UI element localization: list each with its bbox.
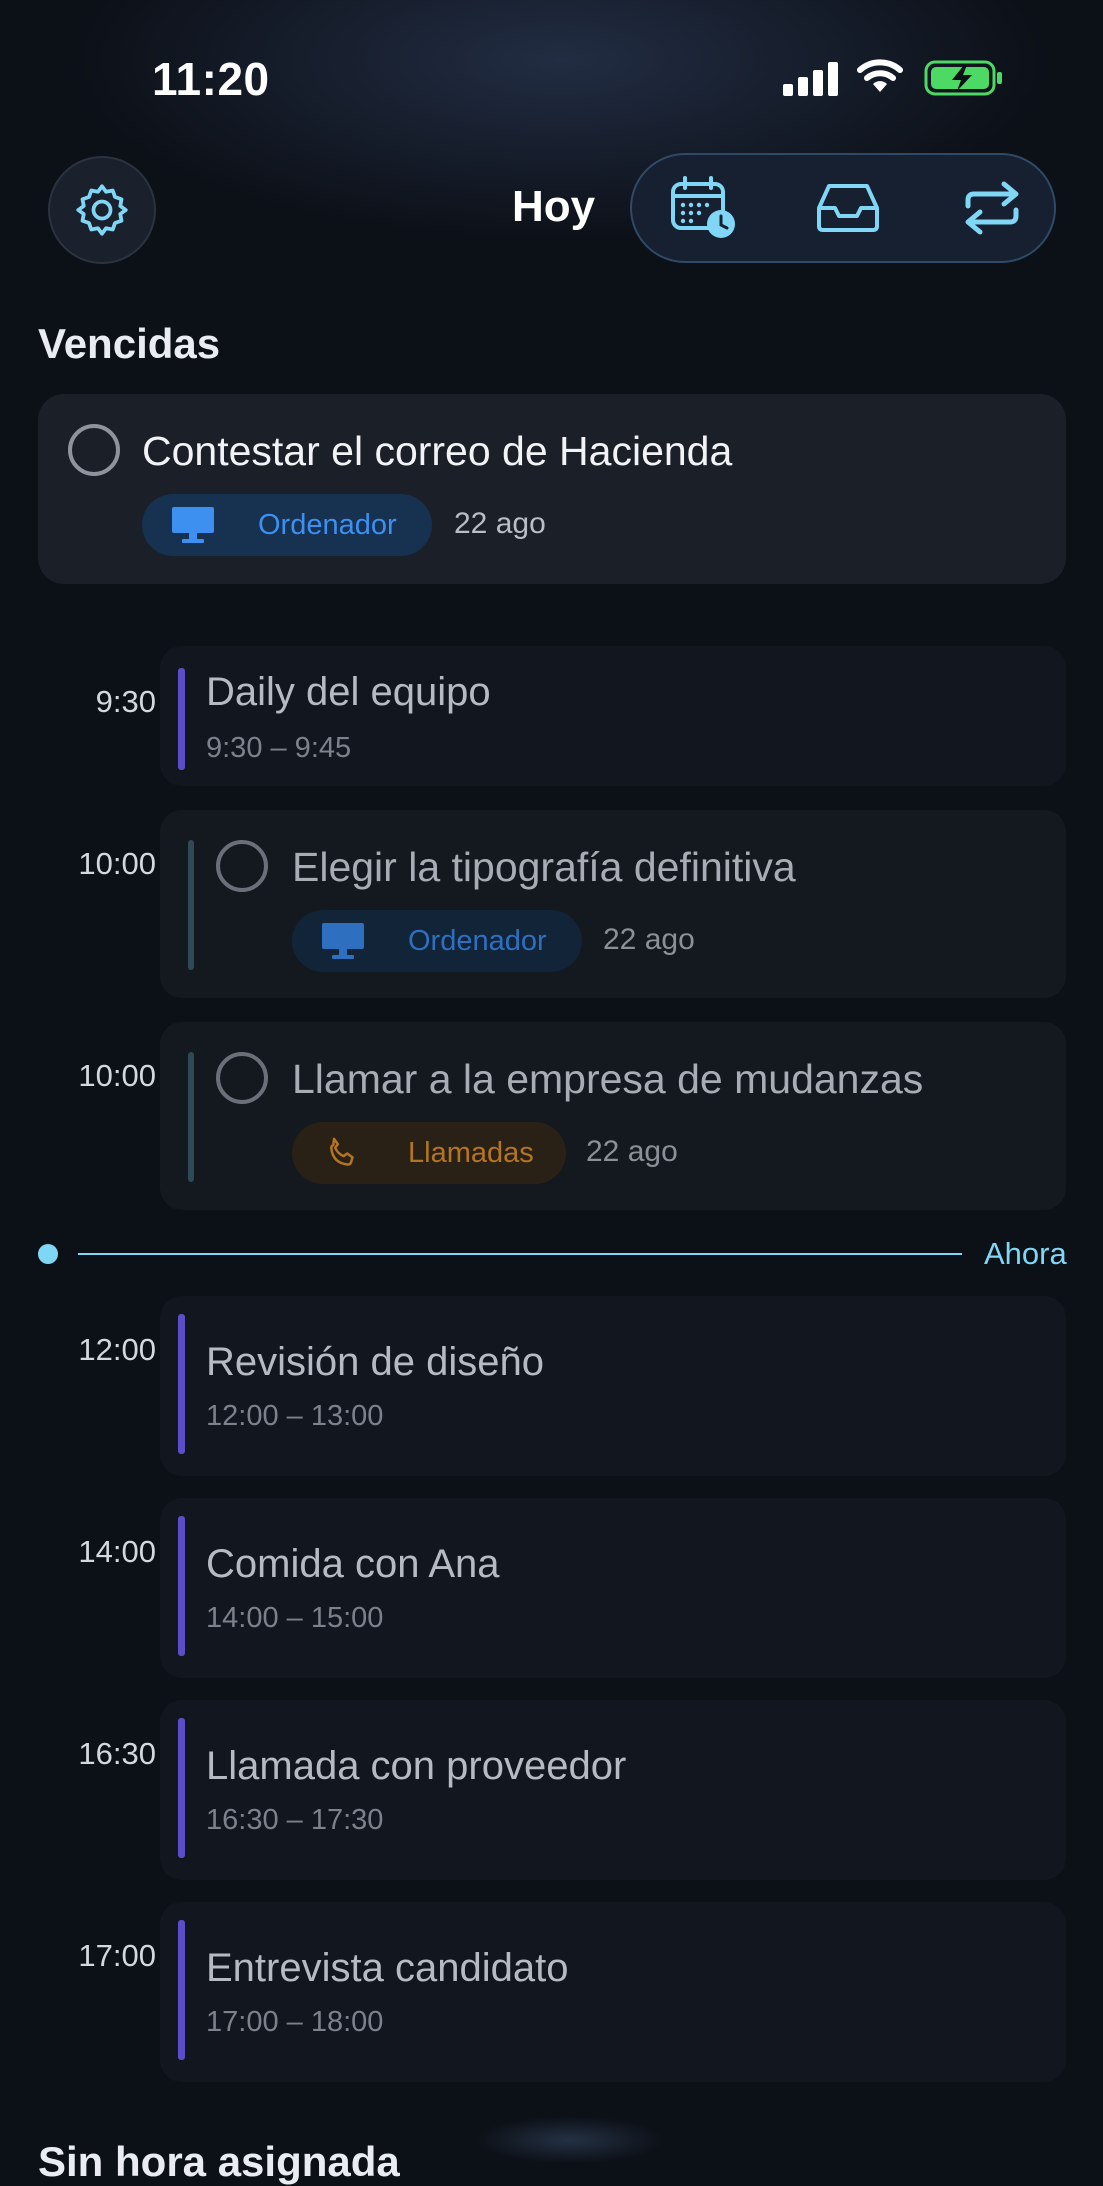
context-tag[interactable]: Llamadas <box>292 1122 566 1184</box>
event-title: Revisión de diseño <box>206 1340 544 1384</box>
task-color-bar <box>188 1052 194 1182</box>
task-title: Contestar el correo de Hacienda <box>142 428 733 474</box>
event-card[interactable]: Daily del equipo 9:30 – 9:45 <box>160 646 1066 786</box>
now-indicator-dot <box>38 1244 58 1264</box>
event-time-range: 9:30 – 9:45 <box>206 732 352 764</box>
context-tag[interactable]: Ordenador <box>292 910 582 972</box>
time-label: 17:00 <box>78 1938 156 1973</box>
monitor-icon <box>318 921 368 961</box>
recurring-view-button[interactable] <box>932 155 1052 261</box>
calendar-view-button[interactable] <box>644 155 764 261</box>
task-title: Llamar a la empresa de mudanzas <box>292 1056 924 1102</box>
event-title: Llamada con proveedor <box>206 1744 627 1788</box>
task-date: 22 ago <box>454 507 546 540</box>
status-time: 11:20 <box>152 53 270 105</box>
cellular-signal-icon <box>783 60 839 96</box>
context-tag-label: Ordenador <box>258 508 397 541</box>
scheduled-task-card[interactable]: Llamar a la empresa de mudanzas Llamadas… <box>160 1022 1066 1210</box>
battery-charging-icon <box>924 60 1002 96</box>
event-color-bar <box>178 1314 185 1454</box>
task-color-bar <box>188 840 194 970</box>
repeat-icon <box>965 181 1019 235</box>
context-tag-label: Llamadas <box>408 1136 534 1169</box>
event-color-bar <box>178 1718 185 1858</box>
event-card[interactable]: Revisión de diseño 12:00 – 13:00 <box>160 1296 1066 1476</box>
time-label: 14:00 <box>78 1534 156 1569</box>
settings-button[interactable] <box>48 156 156 264</box>
event-title: Daily del equipo <box>206 670 491 714</box>
time-label: 10:00 <box>78 846 156 881</box>
background-glow <box>450 2110 690 2170</box>
event-color-bar <box>178 668 185 770</box>
task-date: 22 ago <box>586 1135 678 1168</box>
event-time-range: 14:00 – 15:00 <box>206 1602 384 1634</box>
wifi-icon <box>857 59 903 92</box>
task-date: 22 ago <box>603 923 695 956</box>
event-card[interactable]: Entrevista candidato 17:00 – 18:00 <box>160 1902 1066 2082</box>
now-indicator-line <box>78 1253 962 1255</box>
inbox-view-button[interactable] <box>788 155 908 261</box>
time-label: 10:00 <box>78 1058 156 1093</box>
calendar-clock-icon <box>671 176 735 238</box>
gear-icon <box>76 184 128 236</box>
event-title: Entrevista candidato <box>206 1946 569 1990</box>
page-title: Hoy <box>512 182 596 231</box>
event-color-bar <box>178 1920 185 2060</box>
monitor-icon <box>168 505 218 545</box>
inbox-tray-icon <box>817 184 879 232</box>
context-tag-label: Ordenador <box>408 924 547 957</box>
time-label: 9:30 <box>95 684 156 719</box>
event-card[interactable]: Comida con Ana 14:00 – 15:00 <box>160 1498 1066 1678</box>
view-switcher <box>630 153 1056 263</box>
event-time-range: 12:00 – 13:00 <box>206 1400 384 1432</box>
phone-icon <box>318 1133 368 1173</box>
time-label: 16:30 <box>78 1736 156 1771</box>
context-tag[interactable]: Ordenador <box>142 494 432 556</box>
task-title: Elegir la tipografía definitiva <box>292 844 796 890</box>
event-card[interactable]: Llamada con proveedor 16:30 – 17:30 <box>160 1700 1066 1880</box>
task-checkbox[interactable] <box>216 840 268 892</box>
overdue-task-card[interactable]: Contestar el correo de Hacienda Ordenado… <box>38 394 1066 584</box>
event-time-range: 17:00 – 18:00 <box>206 2006 384 2038</box>
time-label: 12:00 <box>78 1332 156 1367</box>
now-label: Ahora <box>984 1236 1067 1271</box>
event-time-range: 16:30 – 17:30 <box>206 1804 384 1836</box>
overdue-heading: Vencidas <box>38 320 221 367</box>
task-checkbox[interactable] <box>216 1052 268 1104</box>
event-color-bar <box>178 1516 185 1656</box>
task-checkbox[interactable] <box>68 424 120 476</box>
no-time-heading: Sin hora asignada <box>38 2138 400 2185</box>
scheduled-task-card[interactable]: Elegir la tipografía definitiva Ordenado… <box>160 810 1066 998</box>
event-title: Comida con Ana <box>206 1542 500 1586</box>
